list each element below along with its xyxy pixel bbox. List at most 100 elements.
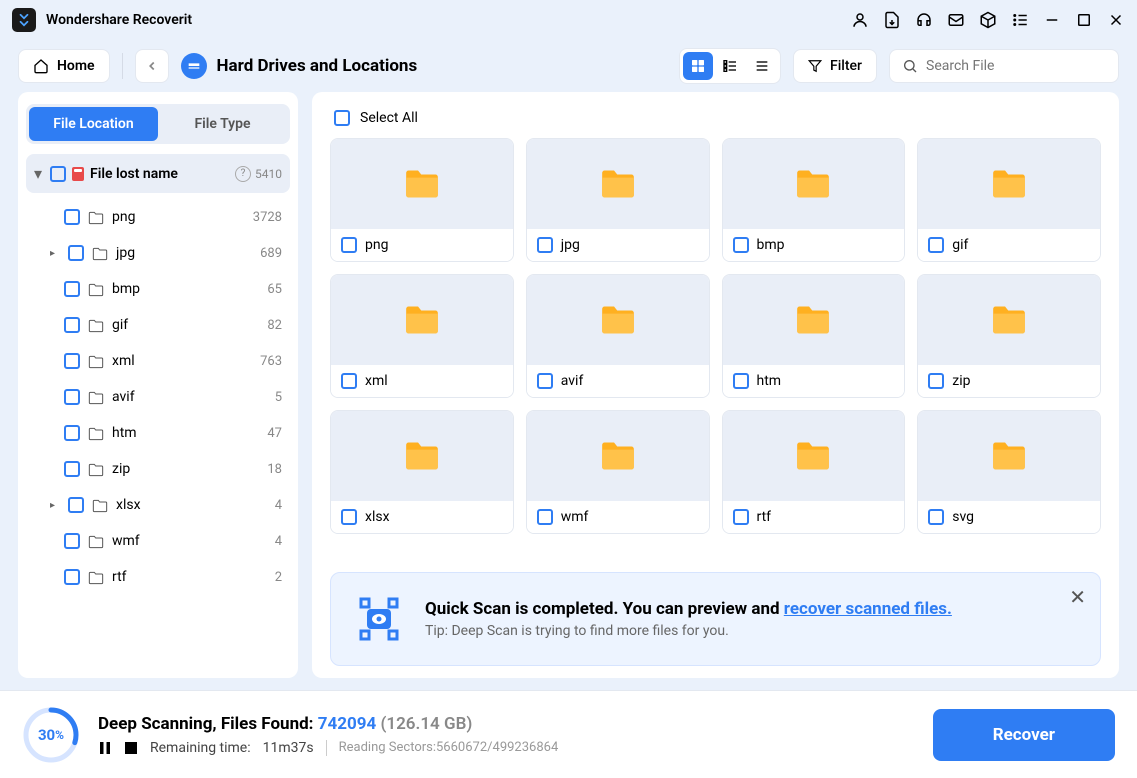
location-title: Hard Drives and Locations bbox=[181, 53, 418, 79]
card-footer: bmp bbox=[723, 229, 905, 261]
folder-card-htm[interactable]: htm bbox=[722, 274, 906, 398]
card-footer: png bbox=[331, 229, 513, 261]
checkbox[interactable] bbox=[68, 497, 84, 513]
tree-item-avif[interactable]: avif5 bbox=[26, 379, 290, 415]
caret-down-icon: ▾ bbox=[34, 164, 44, 183]
search-box[interactable] bbox=[889, 49, 1119, 83]
checkbox[interactable] bbox=[733, 373, 749, 389]
folder-card-wmf[interactable]: wmf bbox=[526, 410, 710, 534]
card-preview bbox=[723, 139, 905, 229]
search-input[interactable] bbox=[926, 58, 1106, 74]
checkbox[interactable] bbox=[341, 509, 357, 525]
list-icon[interactable] bbox=[1011, 11, 1029, 29]
card-footer: xml bbox=[331, 365, 513, 397]
help-icon[interactable]: ? bbox=[235, 166, 251, 182]
folder-card-rtf[interactable]: rtf bbox=[722, 410, 906, 534]
item-name: avif bbox=[112, 389, 267, 405]
footer: 30% Deep Scanning, Files Found: 742094 (… bbox=[0, 690, 1137, 778]
item-name: wmf bbox=[112, 533, 267, 549]
recover-files-link[interactable]: recover scanned files. bbox=[784, 599, 952, 619]
checkbox[interactable] bbox=[341, 373, 357, 389]
headset-icon[interactable] bbox=[915, 11, 933, 29]
checkbox[interactable] bbox=[64, 281, 80, 297]
tree-item-xlsx[interactable]: ▸xlsx4 bbox=[26, 487, 290, 523]
recover-button[interactable]: Recover bbox=[933, 709, 1115, 761]
document-icon[interactable] bbox=[883, 11, 901, 29]
folder-card-xml[interactable]: xml bbox=[330, 274, 514, 398]
close-icon[interactable] bbox=[1107, 11, 1125, 29]
checkbox[interactable] bbox=[928, 237, 944, 253]
checkbox[interactable] bbox=[733, 509, 749, 525]
mail-icon[interactable] bbox=[947, 11, 965, 29]
folder-card-svg[interactable]: svg bbox=[917, 410, 1101, 534]
folder-name: zip bbox=[952, 373, 970, 389]
checkbox[interactable] bbox=[64, 317, 80, 333]
checkbox[interactable] bbox=[64, 209, 80, 225]
tree-item-zip[interactable]: zip18 bbox=[26, 451, 290, 487]
select-all-checkbox[interactable] bbox=[334, 110, 350, 126]
folder-card-jpg[interactable]: jpg bbox=[526, 138, 710, 262]
checkbox[interactable] bbox=[64, 425, 80, 441]
tree-item-png[interactable]: png 3728 bbox=[26, 199, 290, 235]
back-button[interactable] bbox=[135, 49, 169, 83]
checkbox[interactable] bbox=[341, 237, 357, 253]
checkbox[interactable] bbox=[537, 373, 553, 389]
tree-item-jpg[interactable]: ▸jpg689 bbox=[26, 235, 290, 271]
minimize-icon[interactable] bbox=[1043, 11, 1061, 29]
location-logo-icon bbox=[181, 53, 207, 79]
tree-item-gif[interactable]: gif82 bbox=[26, 307, 290, 343]
folder-icon bbox=[990, 304, 1028, 336]
folder-card-gif[interactable]: gif bbox=[917, 138, 1101, 262]
folder-card-zip[interactable]: zip bbox=[917, 274, 1101, 398]
tree-item-rtf[interactable]: rtf2 bbox=[26, 559, 290, 595]
notification-tip: Tip: Deep Scan is trying to find more fi… bbox=[425, 623, 1080, 639]
folder-icon bbox=[88, 426, 104, 440]
folder-card-avif[interactable]: avif bbox=[526, 274, 710, 398]
item-name: jpg bbox=[116, 245, 252, 261]
checkbox[interactable] bbox=[64, 461, 80, 477]
tree-item-bmp[interactable]: bmp65 bbox=[26, 271, 290, 307]
checkbox[interactable] bbox=[537, 509, 553, 525]
pause-button[interactable] bbox=[98, 741, 112, 755]
tab-file-location[interactable]: File Location bbox=[29, 107, 158, 141]
folder-icon bbox=[88, 534, 104, 548]
view-detail-button[interactable] bbox=[747, 52, 777, 80]
home-icon bbox=[33, 58, 49, 74]
stop-button[interactable] bbox=[124, 741, 138, 755]
account-icon[interactable] bbox=[851, 11, 869, 29]
tree-item-htm[interactable]: htm47 bbox=[26, 415, 290, 451]
tree-root[interactable]: ▾ File lost name ? 5410 bbox=[26, 154, 290, 193]
folder-icon bbox=[88, 354, 104, 368]
tree-item-xml[interactable]: xml763 bbox=[26, 343, 290, 379]
tree-item-wmf[interactable]: wmf4 bbox=[26, 523, 290, 559]
checkbox[interactable] bbox=[64, 353, 80, 369]
checkbox[interactable] bbox=[928, 509, 944, 525]
checkbox[interactable] bbox=[928, 373, 944, 389]
maximize-icon[interactable] bbox=[1075, 11, 1093, 29]
filter-button[interactable]: Filter bbox=[793, 49, 877, 83]
titlebar-right bbox=[851, 11, 1125, 29]
checkbox[interactable] bbox=[64, 569, 80, 585]
home-button[interactable]: Home bbox=[18, 49, 110, 83]
checkbox[interactable] bbox=[50, 166, 66, 182]
cube-icon[interactable] bbox=[979, 11, 997, 29]
root-label: File lost name bbox=[90, 166, 229, 182]
checkbox[interactable] bbox=[537, 237, 553, 253]
folder-card-png[interactable]: png bbox=[330, 138, 514, 262]
notification-close-icon[interactable]: ✕ bbox=[1069, 585, 1086, 609]
checkbox[interactable] bbox=[733, 237, 749, 253]
checkbox[interactable] bbox=[64, 533, 80, 549]
item-count: 3728 bbox=[253, 210, 282, 225]
folder-icon bbox=[88, 570, 104, 584]
view-grid-button[interactable] bbox=[683, 52, 713, 80]
tab-file-type[interactable]: File Type bbox=[158, 107, 287, 141]
folder-card-bmp[interactable]: bmp bbox=[722, 138, 906, 262]
folder-icon bbox=[88, 318, 104, 332]
checkbox[interactable] bbox=[64, 389, 80, 405]
item-count: 82 bbox=[267, 318, 282, 333]
view-list-button[interactable] bbox=[715, 52, 745, 80]
folder-card-xlsx[interactable]: xlsx bbox=[330, 410, 514, 534]
checkbox[interactable] bbox=[68, 245, 84, 261]
item-name: png bbox=[112, 209, 245, 225]
folder-icon bbox=[794, 440, 832, 472]
